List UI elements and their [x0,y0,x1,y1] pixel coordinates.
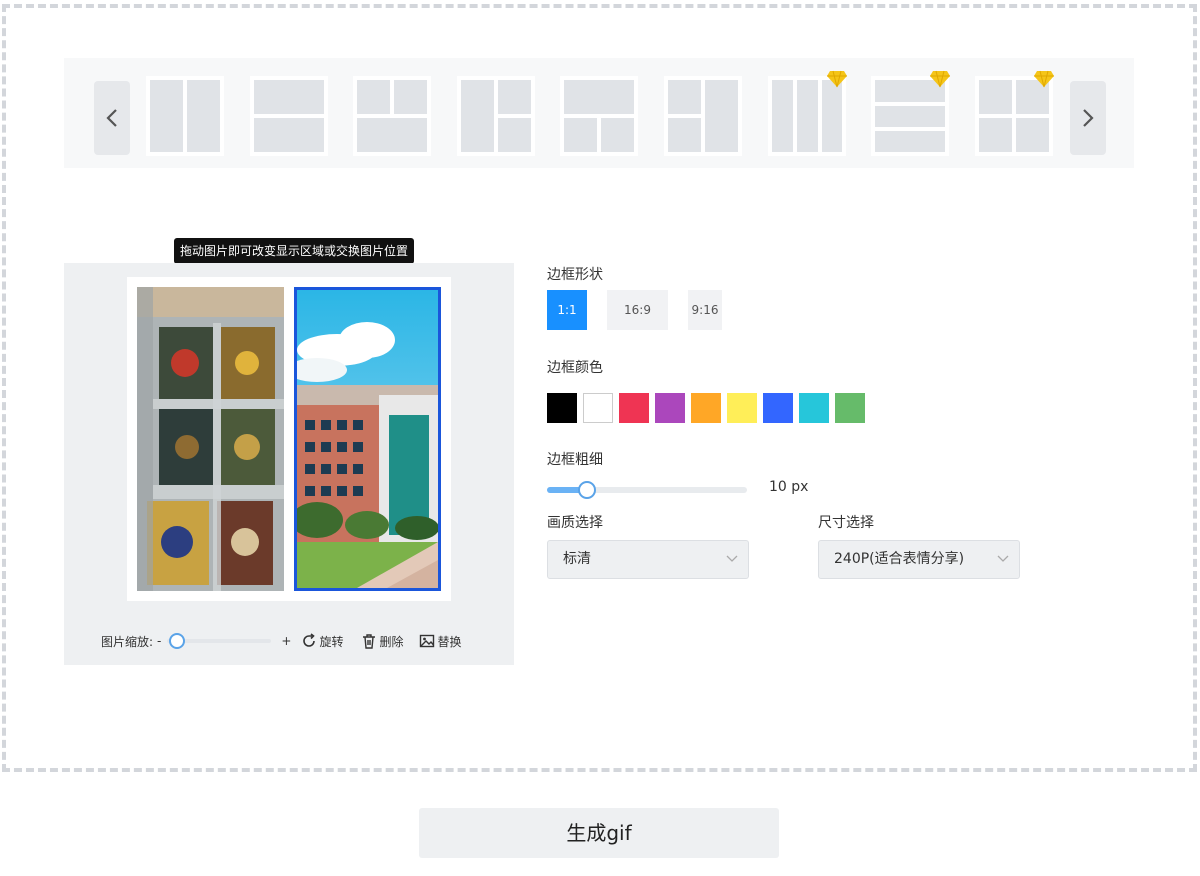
premium-diamond-icon [1034,70,1054,88]
template-layout-3-horizontal[interactable] [871,70,950,156]
zoom-plus[interactable]: + [281,634,291,648]
chevron-down-icon [997,555,1009,562]
ratio-9-16-button[interactable]: 9:16 [688,290,722,330]
image-toolbar: 图片缩放: - + 旋转 删除 替换 [101,631,462,651]
zoom-label: 图片缩放: [101,634,154,649]
template-layout-3-left-split[interactable] [664,76,742,156]
zoom-slider-knob[interactable] [169,633,186,649]
color-swatch-6[interactable] [763,393,793,423]
template-layout-2-horizontal[interactable] [250,76,328,156]
chevron-left-icon [106,109,117,127]
layout-template-strip [64,58,1134,168]
color-swatch-8[interactable] [835,393,865,423]
color-swatch-0[interactable] [547,393,577,423]
ratio-16-9-button[interactable]: 16:9 [607,290,668,330]
photo-slot-right[interactable] [294,287,441,591]
premium-diamond-icon [930,70,950,88]
template-layout-3-bottom-split[interactable] [560,76,638,156]
border-color-options [547,393,871,423]
zoom-minus[interactable]: - [157,634,161,648]
delete-label: 删除 [379,634,404,649]
next-templates-button[interactable] [1070,81,1106,155]
quality-label: 画质选择 [547,515,603,531]
border-thickness-label: 边框粗细 [547,452,603,468]
chevron-down-icon [726,555,738,562]
prev-templates-button[interactable] [94,81,130,155]
border-color-label: 边框颜色 [547,360,603,376]
collage-canvas [127,277,451,601]
quality-select[interactable]: 标清 [547,540,749,579]
template-layout-3-vertical[interactable] [768,70,847,156]
color-swatch-2[interactable] [619,393,649,423]
color-swatch-7[interactable] [799,393,829,423]
trash-icon [363,634,376,649]
size-value: 240P(适合表情分享) [834,551,965,567]
color-swatch-4[interactable] [691,393,721,423]
template-layout-4-grid[interactable] [975,70,1054,156]
template-layout-3-right-split[interactable] [457,76,535,156]
generate-gif-button[interactable]: 生成gif [419,808,779,858]
color-swatch-3[interactable] [655,393,685,423]
collage-preview-panel: 图片缩放: - + 旋转 删除 替换 [64,263,514,665]
thickness-slider-knob[interactable] [578,481,596,499]
zoom-slider[interactable] [167,633,272,649]
border-shape-label: 边框形状 [547,267,603,283]
campus-building-photo [297,290,438,588]
drag-hint-tooltip: 拖动图片即可改变显示区域或交换图片位置 [174,238,415,264]
color-swatch-5[interactable] [727,393,757,423]
replace-label: 替换 [437,634,462,649]
thickness-value: 10 px [769,479,808,495]
rotate-label: 旋转 [319,634,344,649]
template-layout-3-top-split[interactable] [353,76,431,156]
chevron-right-icon [1083,109,1094,127]
premium-diamond-icon [827,70,847,88]
rotate-button[interactable]: 旋转 [301,633,343,650]
replace-button[interactable]: 替换 [419,633,462,650]
image-icon [420,634,435,648]
rotate-icon [303,633,316,647]
thickness-unit: px [791,479,809,495]
trading-cards-photo [137,287,284,591]
photo-slot-left[interactable] [137,287,284,591]
ratio-1-1-button[interactable]: 1:1 [547,290,587,330]
size-select[interactable]: 240P(适合表情分享) [818,540,1020,579]
color-swatch-1[interactable] [583,393,613,423]
thickness-number: 10 [769,479,787,495]
delete-button[interactable]: 删除 [361,633,403,650]
quality-value: 标清 [563,551,591,567]
border-thickness-slider[interactable] [547,481,747,499]
border-shape-options: 1:1 16:9 9:16 [547,290,742,330]
size-label: 尺寸选择 [818,515,874,531]
template-layout-2-vertical[interactable] [146,76,224,156]
